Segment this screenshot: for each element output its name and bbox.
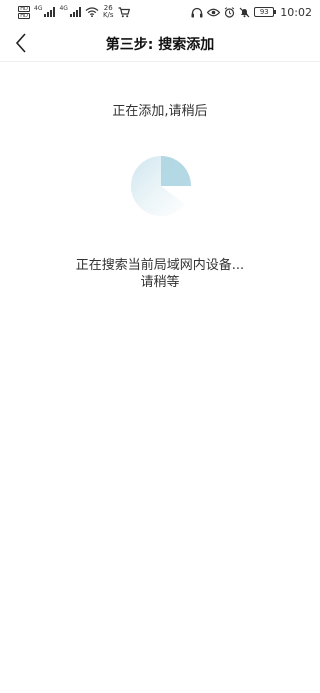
page-title: 第三步: 搜索添加 [105, 37, 215, 53]
signal-2-icon [69, 7, 81, 17]
loading-spinner-icon [131, 156, 191, 216]
speed-unit: K/s [102, 11, 114, 19]
cart-icon [118, 6, 130, 17]
adding-status-text: 正在添加,请稍后 [112, 104, 208, 119]
network-type-1: 4G [34, 5, 43, 12]
status-bar-right: 93 10:02 [191, 6, 312, 19]
sim1-icon: HD [18, 5, 30, 12]
wifi-icon [85, 7, 99, 17]
network-type-2: 4G [59, 5, 68, 12]
headphones-icon [191, 7, 203, 17]
battery-icon: 93 [254, 7, 277, 17]
sim2-icon: HD [18, 12, 30, 19]
eye-icon [207, 8, 221, 16]
status-bar: HD HD 4G 4G 26 K/s 93 10:02 [0, 0, 320, 24]
alarm-icon [225, 6, 235, 18]
searching-status-text: 正在搜索当前局域网内设备... 请稍等 [0, 257, 320, 291]
status-bar-left: HD HD 4G 4G 26 K/s [18, 5, 130, 19]
screen: HD HD 4G 4G 26 K/s 93 10:02 第三步: 搜索添加 正在… [0, 0, 320, 693]
signal-1-icon [44, 7, 56, 17]
searching-line-1: 正在搜索当前局域网内设备... [75, 258, 245, 273]
mute-icon [239, 7, 250, 17]
sim-icons: HD HD [18, 5, 30, 19]
header: 第三步: 搜索添加 [0, 24, 320, 62]
searching-line-2: 请稍等 [140, 275, 180, 290]
clock: 10:02 [280, 5, 312, 19]
battery-level: 93 [259, 8, 269, 16]
network-speed: 26 K/s [103, 5, 114, 19]
